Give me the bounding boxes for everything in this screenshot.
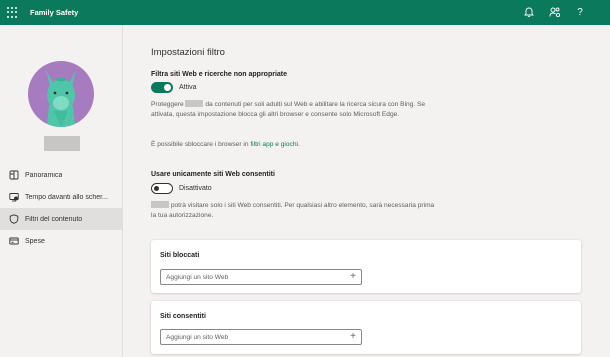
sidebar-item-overview[interactable]: Panoramica (0, 164, 122, 186)
allowed-only-toggle-row: Disattivato (151, 183, 212, 194)
sidebar-item-label: Spese (25, 237, 45, 245)
avatar (28, 61, 94, 127)
allowed-only-description: potrà visitare solo i siti Web consentit… (151, 201, 435, 219)
child-name-redacted (185, 100, 204, 107)
blocked-sites-title: Siti bloccati (160, 252, 200, 259)
top-bar: Family Safety ? (0, 0, 610, 25)
web-filter-title: Filtra siti Web e ricerche non appropria… (151, 71, 288, 78)
sidebar-item-spending[interactable]: Spese (0, 230, 122, 252)
add-allowed-site-icon[interactable]: + (348, 332, 358, 342)
allowed-only-title: Usare unicamente siti Web consentiti (151, 171, 275, 178)
allowed-sites-title: Siti consentiti (160, 313, 206, 320)
sidebar-item-content-filters[interactable]: Filtri del contenuto (0, 208, 122, 230)
add-blocked-site-icon[interactable]: + (348, 272, 358, 282)
allowed-site-input[interactable] (160, 329, 362, 345)
allowed-sites-card: Siti consentiti + (151, 301, 581, 354)
web-filter-toggle-row: Attiva (151, 82, 197, 93)
page-title: Impostazioni filtro (151, 47, 225, 58)
blocked-sites-card: Siti bloccati + (151, 240, 581, 293)
app-game-filters-link[interactable]: filtri app e giochi (250, 141, 298, 148)
web-filter-toggle-label: Attiva (179, 84, 197, 91)
sidebar: Panoramica Tempo davanti allo scher... F… (0, 25, 123, 357)
member-name-redacted (44, 136, 80, 151)
sidebar-item-label: Tempo davanti allo scher... (25, 193, 108, 201)
main-content: Impostazioni filtro Filtra siti Web e ri… (123, 25, 610, 357)
child-name-redacted (151, 201, 169, 208)
allowed-only-toggle[interactable] (151, 183, 173, 194)
unblock-browsers-text: È possibile sbloccare i browser in filtr… (151, 141, 300, 148)
app-title: Family Safety (30, 8, 79, 17)
sidebar-item-screen-time[interactable]: Tempo davanti allo scher... (0, 186, 122, 208)
sidebar-nav: Panoramica Tempo davanti allo scher... F… (0, 164, 122, 252)
blocked-site-input[interactable] (160, 269, 362, 285)
help-icon[interactable]: ? (573, 5, 587, 19)
screen-time-icon (9, 192, 19, 202)
waffle-icon[interactable] (7, 7, 18, 18)
llama-avatar-image (46, 70, 76, 127)
people-settings-icon[interactable] (548, 5, 562, 19)
shield-icon (9, 214, 19, 224)
sidebar-item-label: Filtri del contenuto (25, 215, 83, 223)
web-filter-description: Proteggere da contenuti per soli adulti … (151, 100, 426, 118)
sidebar-item-label: Panoramica (25, 171, 63, 179)
web-filter-toggle[interactable] (151, 82, 173, 93)
bell-icon[interactable] (522, 5, 536, 19)
spending-icon (9, 236, 19, 246)
allowed-only-toggle-label: Disattivato (179, 185, 212, 192)
overview-icon (9, 170, 19, 180)
